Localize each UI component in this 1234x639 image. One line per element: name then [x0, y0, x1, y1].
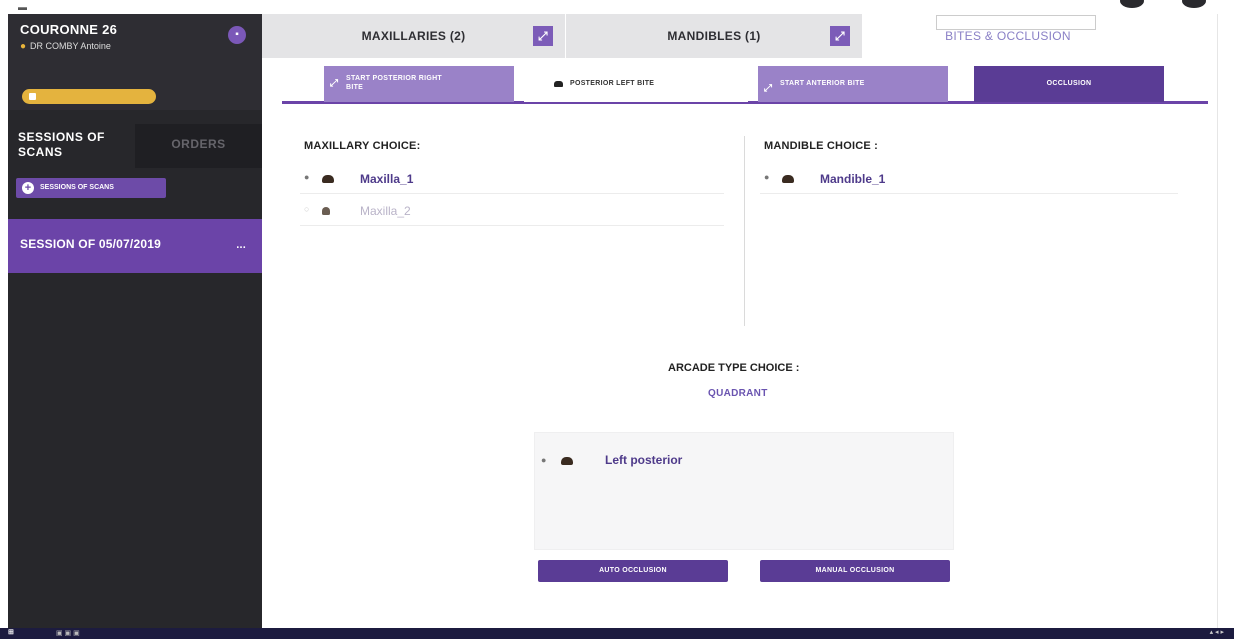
window-top-strip: ▬ — [0, 0, 1234, 14]
bite-tab-label: START ANTERIOR BITE — [780, 80, 865, 87]
session-label: SESSION OF 05/07/2019 — [20, 237, 161, 251]
scan-tool-icon: ⤢ — [330, 78, 339, 89]
status-badge[interactable] — [22, 89, 156, 104]
auto-occlusion-button[interactable]: AUTO OCCLUSION — [538, 560, 728, 582]
tooth-icon — [322, 175, 334, 183]
list-item[interactable]: ● Mandible_1 — [760, 166, 1178, 194]
main-panel: MAXILLARIES (2) ⤢ MANDIBLES (1) ⤢ BITES … — [262, 14, 1218, 628]
system-tray-icons[interactable]: ▴ ◂ ▸ — [1210, 628, 1224, 636]
radio-selected-icon[interactable]: ● — [304, 172, 309, 182]
bite-tab-label: OCCLUSION — [1046, 80, 1092, 87]
window-control-icon[interactable] — [1120, 0, 1144, 8]
bite-tab-label: START POSTERIOR RIGHT BITE — [346, 75, 443, 91]
tab-sessions-of-scans[interactable]: SESSIONS OF SCANS — [8, 124, 135, 168]
sidebar-tabs: SESSIONS OF SCANS ORDERS — [8, 124, 262, 168]
mandible-choice-label: MANDIBLE CHOICE : — [764, 140, 879, 152]
doctor-name: ● DR COMBY Antoine — [20, 41, 250, 52]
start-button[interactable]: ⊞ — [8, 628, 14, 636]
add-session-label: SESSIONS OF SCANS — [40, 184, 114, 191]
plus-icon: + — [22, 182, 34, 194]
start-anterior-bite-button[interactable]: ⤢ START ANTERIOR BITE — [758, 66, 948, 102]
maxilla-label: Maxilla_1 — [360, 172, 414, 186]
patient-name: COURONNE 26 — [20, 22, 118, 37]
add-session-button[interactable]: + SESSIONS OF SCANS — [16, 178, 166, 198]
tooth-icon — [554, 81, 563, 87]
tab-mandibles[interactable]: MANDIBLES (1) ⤢ — [566, 14, 862, 58]
bite-tabs: ⤢ START POSTERIOR RIGHT BITE POSTERIOR L… — [282, 66, 1208, 104]
menu-dots-icon[interactable]: ▬ — [18, 2, 27, 12]
maxillary-choice-label: MAXILLARY CHOICE: — [304, 140, 421, 152]
patient-header: COURONNE 26 ● DR COMBY Antoine ▪ — [8, 14, 262, 110]
list-item[interactable]: ● Maxilla_1 — [300, 166, 724, 194]
scan-tabs: MAXILLARIES (2) ⤢ MANDIBLES (1) ⤢ BITES … — [262, 14, 1218, 58]
scan-tool-icon[interactable]: ⤢ — [533, 26, 553, 46]
session-menu-icon[interactable]: ... — [236, 239, 246, 251]
tab-bites-label: BITES & OCCLUSION — [945, 29, 1071, 43]
start-posterior-right-bite-button[interactable]: ⤢ START POSTERIOR RIGHT BITE — [324, 66, 514, 102]
manual-occlusion-button[interactable]: MANUAL OCCLUSION — [760, 560, 950, 582]
sidebar-item-session[interactable]: SESSION OF 05/07/2019 ... — [8, 219, 262, 273]
tab-occlusion[interactable]: OCCLUSION — [974, 66, 1164, 102]
scan-tool-icon: ⤢ — [764, 83, 773, 94]
tooltip — [936, 15, 1096, 30]
tab-maxillaries[interactable]: MAXILLARIES (2) ⤢ — [262, 14, 565, 58]
taskbar: ⊞ ▣ ▣ ▣ ▴ ◂ ▸ — [0, 628, 1234, 639]
tooth-icon — [782, 175, 794, 183]
arcade-type-value[interactable]: QUADRANT — [708, 388, 768, 399]
radio-empty-icon[interactable]: ○ — [304, 204, 309, 214]
mandible-label: Mandible_1 — [820, 172, 886, 186]
patient-menu-icon[interactable]: ▪ — [228, 26, 246, 44]
window-control-icon[interactable] — [1182, 0, 1206, 8]
scan-tool-icon[interactable]: ⤢ — [830, 26, 850, 46]
taskbar-app-icons[interactable]: ▣ ▣ ▣ — [56, 629, 80, 637]
tab-maxillaries-label: MAXILLARIES (2) — [361, 29, 466, 43]
posterior-left-bite-tab[interactable]: POSTERIOR LEFT BITE — [524, 66, 748, 102]
list-item[interactable]: ○ Maxilla_2 — [300, 198, 724, 226]
sidebar: COURONNE 26 ● DR COMBY Antoine ▪ SESSION… — [8, 14, 262, 628]
bite-label: Left posterior — [605, 453, 683, 467]
doctor-label: DR COMBY Antoine — [30, 41, 111, 51]
tooth-icon — [322, 207, 330, 215]
column-divider — [744, 136, 745, 326]
bite-list: ● Left posterior — [534, 432, 954, 550]
maxilla-label: Maxilla_2 — [360, 204, 411, 218]
radio-selected-icon[interactable]: ● — [541, 455, 546, 465]
location-pin-icon: ● — [20, 41, 27, 52]
bite-tab-label: POSTERIOR LEFT BITE — [570, 80, 655, 87]
arcade-type-label: ARCADE TYPE CHOICE : — [668, 362, 800, 374]
tab-orders[interactable]: ORDERS — [135, 124, 262, 168]
tab-mandibles-label: MANDIBLES (1) — [667, 29, 761, 43]
tooth-icon — [561, 457, 573, 465]
radio-selected-icon[interactable]: ● — [764, 172, 769, 182]
